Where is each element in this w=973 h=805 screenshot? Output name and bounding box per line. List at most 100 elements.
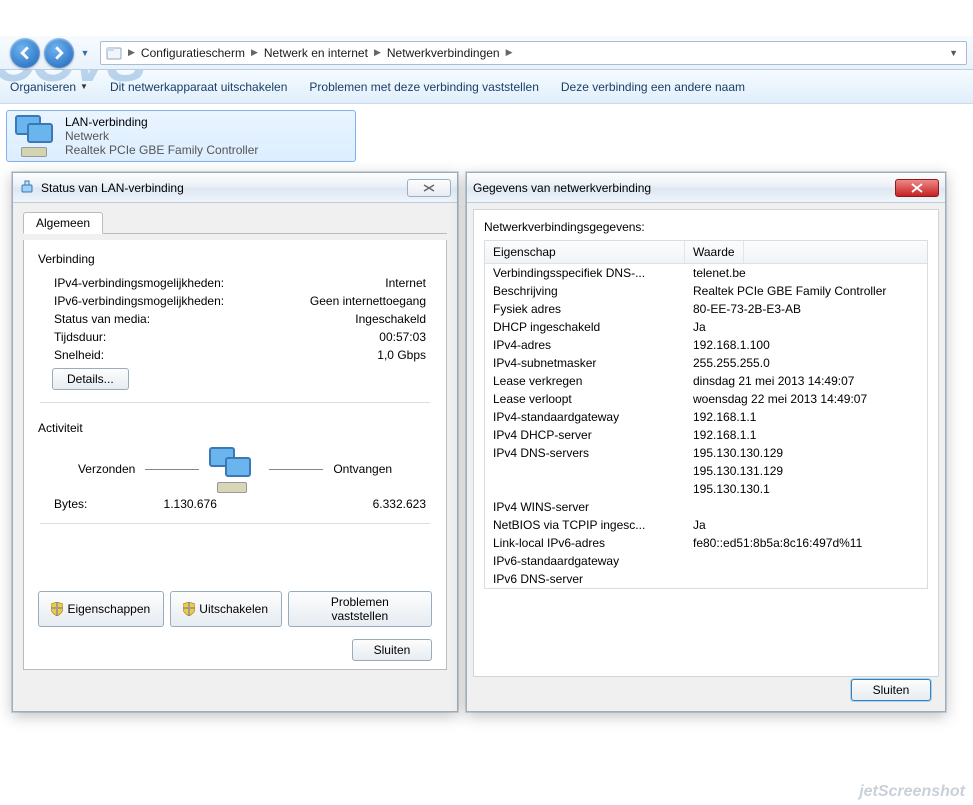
table-row[interactable]: IPv4 DNS-servers195.130.130.129	[485, 444, 927, 462]
property-name: IPv4-subnetmasker	[485, 355, 685, 371]
details-button[interactable]: Details...	[52, 368, 129, 390]
table-header: Eigenschap Waarde	[485, 241, 927, 264]
breadcrumb-item[interactable]: Configuratiescherm	[137, 42, 249, 64]
bytes-sent-value: 1.130.676	[107, 497, 217, 511]
connection-section-label: Verbinding	[38, 252, 432, 266]
chevron-right-icon[interactable]: ▶	[372, 47, 383, 58]
tab-general[interactable]: Algemeen	[23, 212, 103, 234]
table-row[interactable]: DHCP ingeschakeldJa	[485, 318, 927, 336]
property-value: 192.168.1.1	[685, 427, 927, 443]
status-dialog-titlebar: Status van LAN-verbinding	[13, 173, 457, 203]
property-name: Link-local IPv6-adres	[485, 535, 685, 551]
ipv6-value: Geen internettoegang	[310, 294, 426, 308]
table-row[interactable]: BeschrijvingRealtek PCIe GBE Family Cont…	[485, 282, 927, 300]
property-name: NetBIOS via TCPIP ingesc...	[485, 517, 685, 533]
table-row[interactable]: IPv4-adres192.168.1.100	[485, 336, 927, 354]
property-value: 195.130.130.1	[685, 481, 927, 497]
close-button[interactable]: Sluiten	[851, 679, 931, 701]
media-label: Status van media:	[54, 312, 150, 326]
divider	[40, 523, 430, 524]
table-row[interactable]: Link-local IPv6-adresfe80::ed51:8b5a:8c1…	[485, 534, 927, 552]
col-property[interactable]: Eigenschap	[485, 241, 685, 263]
close-button[interactable]	[895, 179, 939, 197]
property-name: Lease verkregen	[485, 373, 685, 389]
folder-icon	[105, 44, 123, 62]
duration-label: Tijdsduur:	[54, 330, 106, 344]
bytes-received-value: 6.332.623	[316, 497, 426, 511]
table-row[interactable]: Fysiek adres80-EE-73-2B-E3-AB	[485, 300, 927, 318]
disable-button[interactable]: Uitschakelen	[170, 591, 282, 627]
table-row[interactable]: IPv4-subnetmasker255.255.255.0	[485, 354, 927, 372]
property-name: IPv6-standaardgateway	[485, 553, 685, 569]
back-button[interactable]	[10, 38, 40, 68]
table-row[interactable]: IPv4-standaardgateway192.168.1.1	[485, 408, 927, 426]
property-name	[485, 463, 685, 479]
ipv6-label: IPv6-verbindingsmogelijkheden:	[54, 294, 224, 308]
breadcrumb-item[interactable]: Netwerkverbindingen	[383, 42, 504, 64]
property-value: 192.168.1.100	[685, 337, 927, 353]
bytes-label: Bytes:	[54, 497, 87, 511]
property-value: 195.130.130.129	[685, 445, 927, 461]
details-dialog: Gegevens van netwerkverbinding Netwerkve…	[466, 172, 946, 712]
shield-icon	[51, 602, 63, 616]
connection-name: LAN-verbinding	[65, 115, 258, 129]
property-value: 80-EE-73-2B-E3-AB	[685, 301, 927, 317]
properties-table: Eigenschap Waarde Verbindingsspecifiek D…	[484, 240, 928, 589]
table-row[interactable]: Verbindingsspecifiek DNS-...telenet.be	[485, 264, 927, 282]
connections-list: LAN-verbinding Netwerk Realtek PCIe GBE …	[0, 104, 973, 168]
address-dropdown[interactable]: ▼	[945, 48, 962, 58]
organize-menu[interactable]: Organiseren▼	[10, 76, 88, 98]
close-button[interactable]: Sluiten	[352, 639, 432, 661]
diagnose-connection-button[interactable]: Problemen met deze verbinding vaststelle…	[309, 76, 538, 98]
table-row[interactable]: Lease verlooptwoensdag 22 mei 2013 14:49…	[485, 390, 927, 408]
details-subtitle: Netwerkverbindingsgegevens:	[484, 220, 928, 234]
network-adapter-icon	[15, 115, 57, 157]
properties-button[interactable]: Eigenschappen	[38, 591, 164, 627]
property-value: 255.255.255.0	[685, 355, 927, 371]
forward-button[interactable]	[44, 38, 74, 68]
col-value[interactable]: Waarde	[685, 241, 744, 263]
activity-icon	[209, 447, 259, 491]
table-row[interactable]: IPv6-standaardgateway	[485, 552, 927, 570]
table-row[interactable]: NetBIOS via TCPIP ingesc...Ja	[485, 516, 927, 534]
history-dropdown[interactable]: ▼	[76, 38, 94, 68]
network-status-icon	[19, 180, 35, 196]
property-name: IPv4 WINS-server	[485, 499, 685, 515]
activity-diagram: Verzonden Ontvangen	[38, 447, 432, 491]
tab-row: Algemeen	[23, 211, 447, 234]
activity-section-label: Activiteit	[38, 421, 432, 435]
diagnose-button[interactable]: Problemen vaststellen	[288, 591, 432, 627]
connection-network: Netwerk	[65, 129, 258, 143]
close-button[interactable]	[407, 179, 451, 197]
table-row[interactable]: 195.130.130.1	[485, 480, 927, 498]
explorer-navbar: ▼ ▶ Configuratiescherm ▶ Netwerk en inte…	[0, 36, 973, 70]
connection-adapter: Realtek PCIe GBE Family Controller	[65, 143, 258, 157]
property-name: IPv6 DNS-server	[485, 571, 685, 587]
rename-connection-button[interactable]: Deze verbinding een andere naam	[561, 76, 745, 98]
property-value: 195.130.131.129	[685, 463, 927, 479]
property-name: IPv4-standaardgateway	[485, 409, 685, 425]
property-value: dinsdag 21 mei 2013 14:49:07	[685, 373, 927, 389]
divider	[40, 402, 430, 403]
chevron-down-icon: ▼	[80, 82, 88, 91]
property-value: woensdag 22 mei 2013 14:49:07	[685, 391, 927, 407]
status-dialog-title: Status van LAN-verbinding	[41, 181, 184, 195]
chevron-right-icon[interactable]: ▶	[126, 47, 137, 58]
property-name: Verbindingsspecifiek DNS-...	[485, 265, 685, 281]
property-value: telenet.be	[685, 265, 927, 281]
table-row[interactable]: 195.130.131.129	[485, 462, 927, 480]
table-row[interactable]: IPv6 DNS-server	[485, 570, 927, 588]
property-name	[485, 481, 685, 497]
table-row[interactable]: IPv4 WINS-server	[485, 498, 927, 516]
disable-device-button[interactable]: Dit netwerkapparaat uitschakelen	[110, 76, 287, 98]
property-name: Lease verloopt	[485, 391, 685, 407]
shield-icon	[183, 602, 195, 616]
chevron-right-icon[interactable]: ▶	[504, 47, 515, 58]
table-row[interactable]: IPv4 DHCP-server192.168.1.1	[485, 426, 927, 444]
chevron-right-icon[interactable]: ▶	[249, 47, 260, 58]
connection-item-lan[interactable]: LAN-verbinding Netwerk Realtek PCIe GBE …	[6, 110, 356, 162]
address-bar[interactable]: ▶ Configuratiescherm ▶ Netwerk en intern…	[100, 41, 967, 65]
property-name: DHCP ingeschakeld	[485, 319, 685, 335]
breadcrumb-item[interactable]: Netwerk en internet	[260, 42, 372, 64]
table-row[interactable]: Lease verkregendinsdag 21 mei 2013 14:49…	[485, 372, 927, 390]
